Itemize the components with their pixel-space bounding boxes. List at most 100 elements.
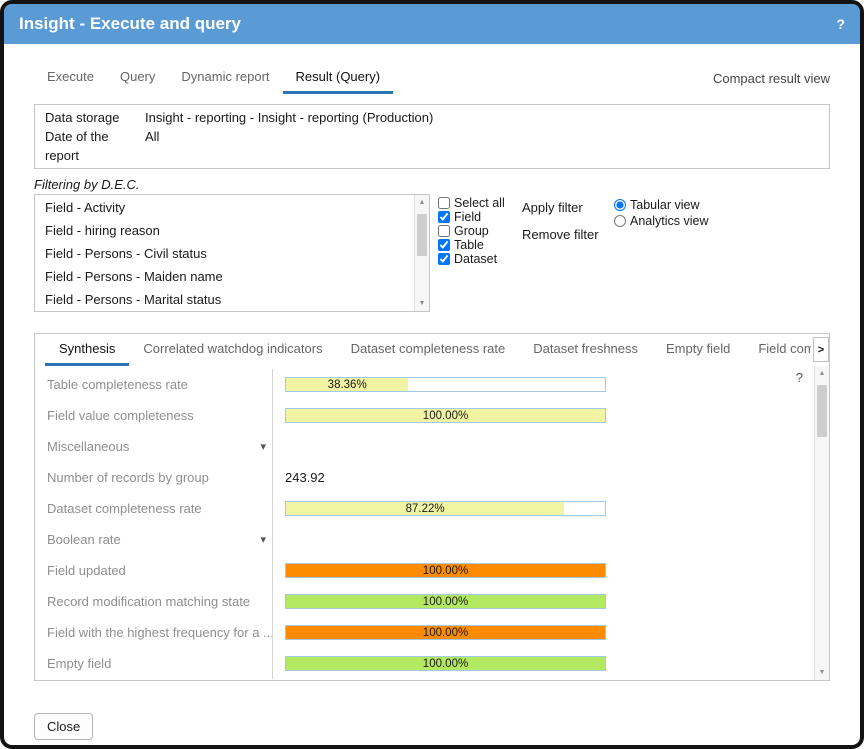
indicator-row: Table completeness rate 38.36%: [35, 369, 814, 400]
data-storage-row: Data storage Insight - reporting - Insig…: [45, 108, 819, 127]
checkbox-select-all[interactable]: Select all: [438, 196, 506, 210]
window-title: Insight - Execute and query: [19, 14, 241, 34]
checkbox-dataset[interactable]: Dataset: [438, 252, 506, 266]
apply-filter-button[interactable]: Apply filter: [522, 200, 602, 215]
scroll-up-icon[interactable]: ▲: [415, 195, 430, 210]
indicator-label-text: Field with the highest frequency for a .…: [47, 625, 272, 640]
filter-area: Field - ActivityField - hiring reasonFie…: [34, 194, 830, 312]
indicator-value: 100.00%: [272, 648, 814, 679]
indicator-bar-fill: 87.22%: [286, 502, 564, 515]
result-tab-correlated-watchdog-indicators[interactable]: Correlated watchdog indicators: [129, 334, 336, 366]
report-info-box: Data storage Insight - reporting - Insig…: [34, 104, 830, 169]
dec-list: Field - ActivityField - hiring reasonFie…: [35, 196, 414, 311]
scroll-down-icon[interactable]: ▼: [815, 665, 830, 680]
scroll-up-icon[interactable]: ▲: [815, 366, 830, 381]
report-date-label: Date of the report: [45, 127, 145, 165]
radio-input-analytics-view[interactable]: [614, 215, 626, 227]
list-item[interactable]: Field - Persons - Maiden name: [35, 265, 414, 288]
dialog-window: Insight - Execute and query ? ExecuteQue…: [0, 0, 864, 749]
list-item[interactable]: Field - Persons - Civil status: [35, 242, 414, 265]
indicator-label-text: Number of records by group: [47, 470, 209, 485]
indicator-row: Field with the highest frequency for a .…: [35, 617, 814, 648]
checkbox-input-field[interactable]: [438, 211, 450, 223]
indicator-bar-fill: 100.00%: [286, 595, 605, 608]
tab-scroll-right-button[interactable]: >: [813, 337, 829, 362]
indicator-label: Field value completeness: [35, 400, 272, 431]
indicator-bar: 87.22%: [285, 501, 606, 516]
indicator-row: Dataset completeness rate 87.22%: [35, 493, 814, 524]
panel-scrollbar[interactable]: ▲ ▼: [814, 366, 829, 680]
checkbox-input-table[interactable]: [438, 239, 450, 251]
collapse-caret-icon[interactable]: ▾: [260, 440, 266, 453]
checkbox-label: Table: [454, 238, 484, 252]
result-tab-empty-field[interactable]: Empty field: [652, 334, 744, 366]
indicator-label-text: Table completeness rate: [47, 377, 188, 392]
list-item[interactable]: Field - Persons - Marital status: [35, 288, 414, 311]
result-tab-synthesis[interactable]: Synthesis: [45, 334, 129, 366]
checkbox-group[interactable]: Group: [438, 224, 506, 238]
indicator-row: Number of records by group 243.92: [35, 462, 814, 493]
indicator-value: [272, 431, 814, 462]
checkbox-table[interactable]: Table: [438, 238, 506, 252]
indicator-bar-fill: 100.00%: [286, 409, 605, 422]
indicator-label-text: Empty field: [47, 656, 111, 671]
radio-analytics-view[interactable]: Analytics view: [614, 213, 709, 229]
tab-result-query[interactable]: Result (Query): [283, 62, 394, 94]
indicator-label-text: Field value completeness: [47, 408, 194, 423]
panel-scroll-track[interactable]: [815, 381, 829, 665]
result-tab-dataset-completeness-rate[interactable]: Dataset completeness rate: [337, 334, 520, 366]
indicator-bar: 100.00%: [285, 563, 606, 578]
indicator-bar: 100.00%: [285, 408, 606, 423]
indicator-value: 243.92: [272, 462, 814, 493]
list-scroll-track[interactable]: [415, 210, 429, 296]
indicator-bar-fill: 100.00%: [286, 626, 605, 639]
list-item[interactable]: Field - hiring reason: [35, 219, 414, 242]
tab-bar-spacer: [393, 62, 713, 94]
indicator-label: Number of records by group: [35, 462, 272, 493]
indicator-value: 38.36%: [272, 369, 814, 400]
result-tab-dataset-freshness[interactable]: Dataset freshness: [519, 334, 652, 366]
indicator-label-text: Dataset completeness rate: [47, 501, 202, 516]
indicator-row: Empty field 100.00%: [35, 648, 814, 679]
indicator-label-text: Boolean rate: [47, 532, 121, 547]
checkbox-field[interactable]: Field: [438, 210, 506, 224]
dec-listbox[interactable]: Field - ActivityField - hiring reasonFie…: [34, 194, 430, 312]
indicator-number: 243.92: [285, 470, 325, 485]
main-tab-bar: ExecuteQueryDynamic reportResult (Query)…: [34, 62, 830, 94]
checkbox-input-select-all[interactable]: [438, 197, 450, 209]
checkbox-input-dataset[interactable]: [438, 253, 450, 265]
indicator-bar-fill: 100.00%: [286, 657, 605, 670]
list-scrollbar[interactable]: ▲ ▼: [414, 195, 429, 311]
indicator-label: Dataset completeness rate: [35, 493, 272, 524]
result-panel-body: ? Table completeness rate 38.36% Field val…: [35, 366, 829, 680]
tab-dynamic-report[interactable]: Dynamic report: [168, 62, 282, 94]
radio-input-tabular-view[interactable]: [614, 199, 626, 211]
list-item[interactable]: Field - Activity: [35, 196, 414, 219]
panel-scroll-thumb[interactable]: [817, 385, 827, 437]
panel-help-icon[interactable]: ?: [796, 370, 803, 385]
indicator-row: Boolean rate ▾: [35, 524, 814, 555]
close-button[interactable]: Close: [34, 713, 93, 740]
remove-filter-button[interactable]: Remove filter: [522, 227, 602, 242]
radio-label: Tabular view: [630, 198, 699, 212]
tab-execute[interactable]: Execute: [34, 62, 107, 94]
result-tab-bar: SynthesisCorrelated watchdog indicatorsD…: [35, 334, 829, 366]
indicator-bar-fill: 38.36%: [286, 378, 408, 391]
indicator-bar: 100.00%: [285, 625, 606, 640]
help-icon[interactable]: ?: [836, 16, 845, 32]
filter-actions: Apply filter Remove filter: [522, 194, 602, 254]
title-bar: Insight - Execute and query ?: [4, 4, 860, 44]
result-tab-field-compliance-a[interactable]: Field compliance a: [744, 334, 811, 366]
radio-tabular-view[interactable]: Tabular view: [614, 197, 709, 213]
scroll-down-icon[interactable]: ▼: [415, 296, 430, 311]
compact-result-view-link[interactable]: Compact result view: [713, 71, 830, 86]
footer: Close: [34, 713, 830, 740]
filtering-title: Filtering by D.E.C.: [34, 177, 830, 192]
list-scroll-thumb[interactable]: [417, 214, 427, 256]
indicator-value: 100.00%: [272, 617, 814, 648]
indicator-label: Field with the highest frequency for a .…: [35, 617, 272, 648]
checkbox-input-group[interactable]: [438, 225, 450, 237]
tab-query[interactable]: Query: [107, 62, 168, 94]
collapse-caret-icon[interactable]: ▾: [260, 533, 266, 546]
result-panel: SynthesisCorrelated watchdog indicatorsD…: [34, 333, 830, 681]
